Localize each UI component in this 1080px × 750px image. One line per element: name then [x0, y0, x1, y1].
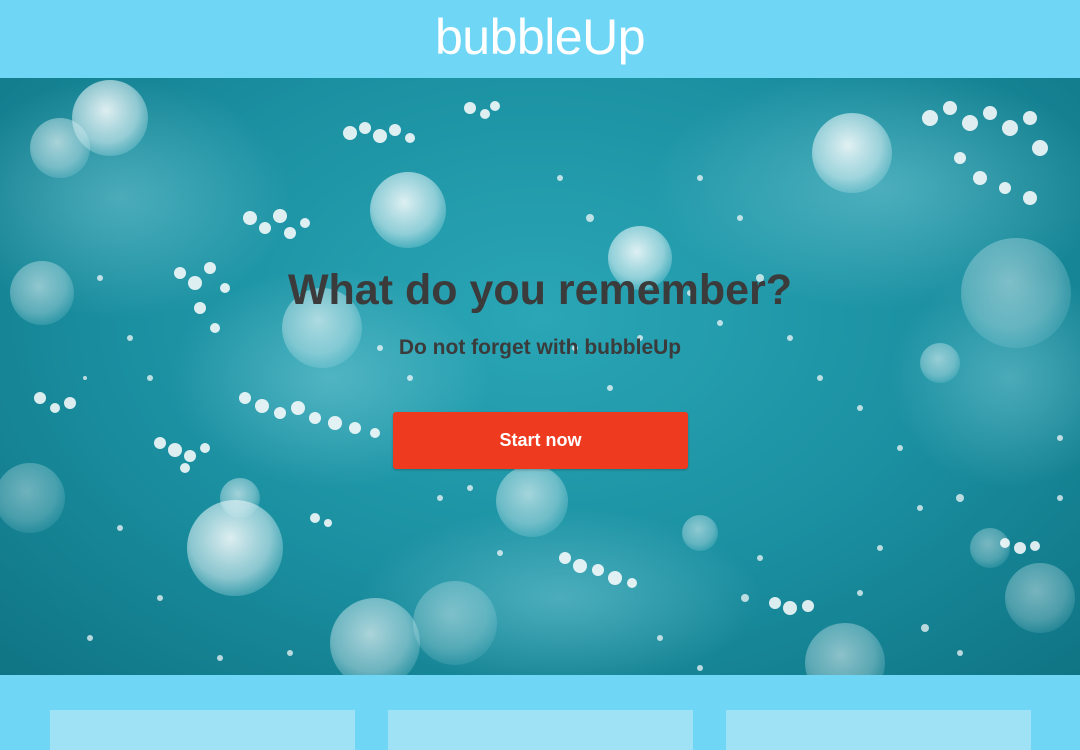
feature-cards — [0, 675, 1080, 750]
site-header: bubbleUp — [0, 0, 1080, 78]
hero-section: What do you remember? Do not forget with… — [0, 78, 1080, 675]
hero-subheadline: Do not forget with bubbleUp — [398, 336, 682, 359]
feature-card[interactable] — [388, 710, 693, 750]
start-now-button[interactable]: Start now — [393, 412, 688, 469]
feature-card[interactable] — [50, 710, 355, 750]
hero-headline: What do you remember? — [287, 266, 793, 314]
feature-card[interactable] — [726, 710, 1031, 750]
hero-content: What do you remember? Do not forget with… — [0, 78, 1080, 675]
logo[interactable]: bubbleUp — [435, 8, 646, 66]
